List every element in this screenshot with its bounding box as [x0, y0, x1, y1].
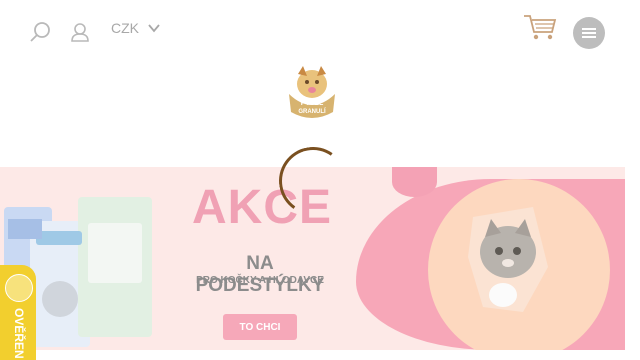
logo-text: PYTEL	[301, 100, 324, 107]
cta-button[interactable]: TO CHCI	[223, 314, 297, 340]
cat-image	[463, 207, 553, 317]
verified-shop-badge[interactable]: OVĚŘEN	[0, 265, 36, 360]
badge-seal-icon	[5, 274, 33, 302]
promo-subtitle-2: PRO KOČKY A HLODAVCE	[196, 275, 324, 286]
site-logo[interactable]: PYTEL GRANULÍ	[283, 62, 341, 124]
pink-shape-top	[392, 167, 437, 197]
site-header: CZK PYTEL GRANULÍ	[0, 0, 640, 165]
chevron-down-icon	[147, 21, 161, 35]
logo-text-2: GRANULÍ	[298, 107, 326, 115]
badge-label: OVĚŘEN	[12, 308, 26, 359]
currency-selector[interactable]: CZK	[111, 18, 161, 38]
currency-label: CZK	[111, 20, 139, 36]
hamburger-icon	[582, 28, 596, 38]
search-icon[interactable]	[28, 20, 52, 44]
cart-icon[interactable]	[522, 12, 558, 42]
user-icon[interactable]	[68, 20, 92, 44]
menu-button[interactable]	[573, 17, 605, 49]
